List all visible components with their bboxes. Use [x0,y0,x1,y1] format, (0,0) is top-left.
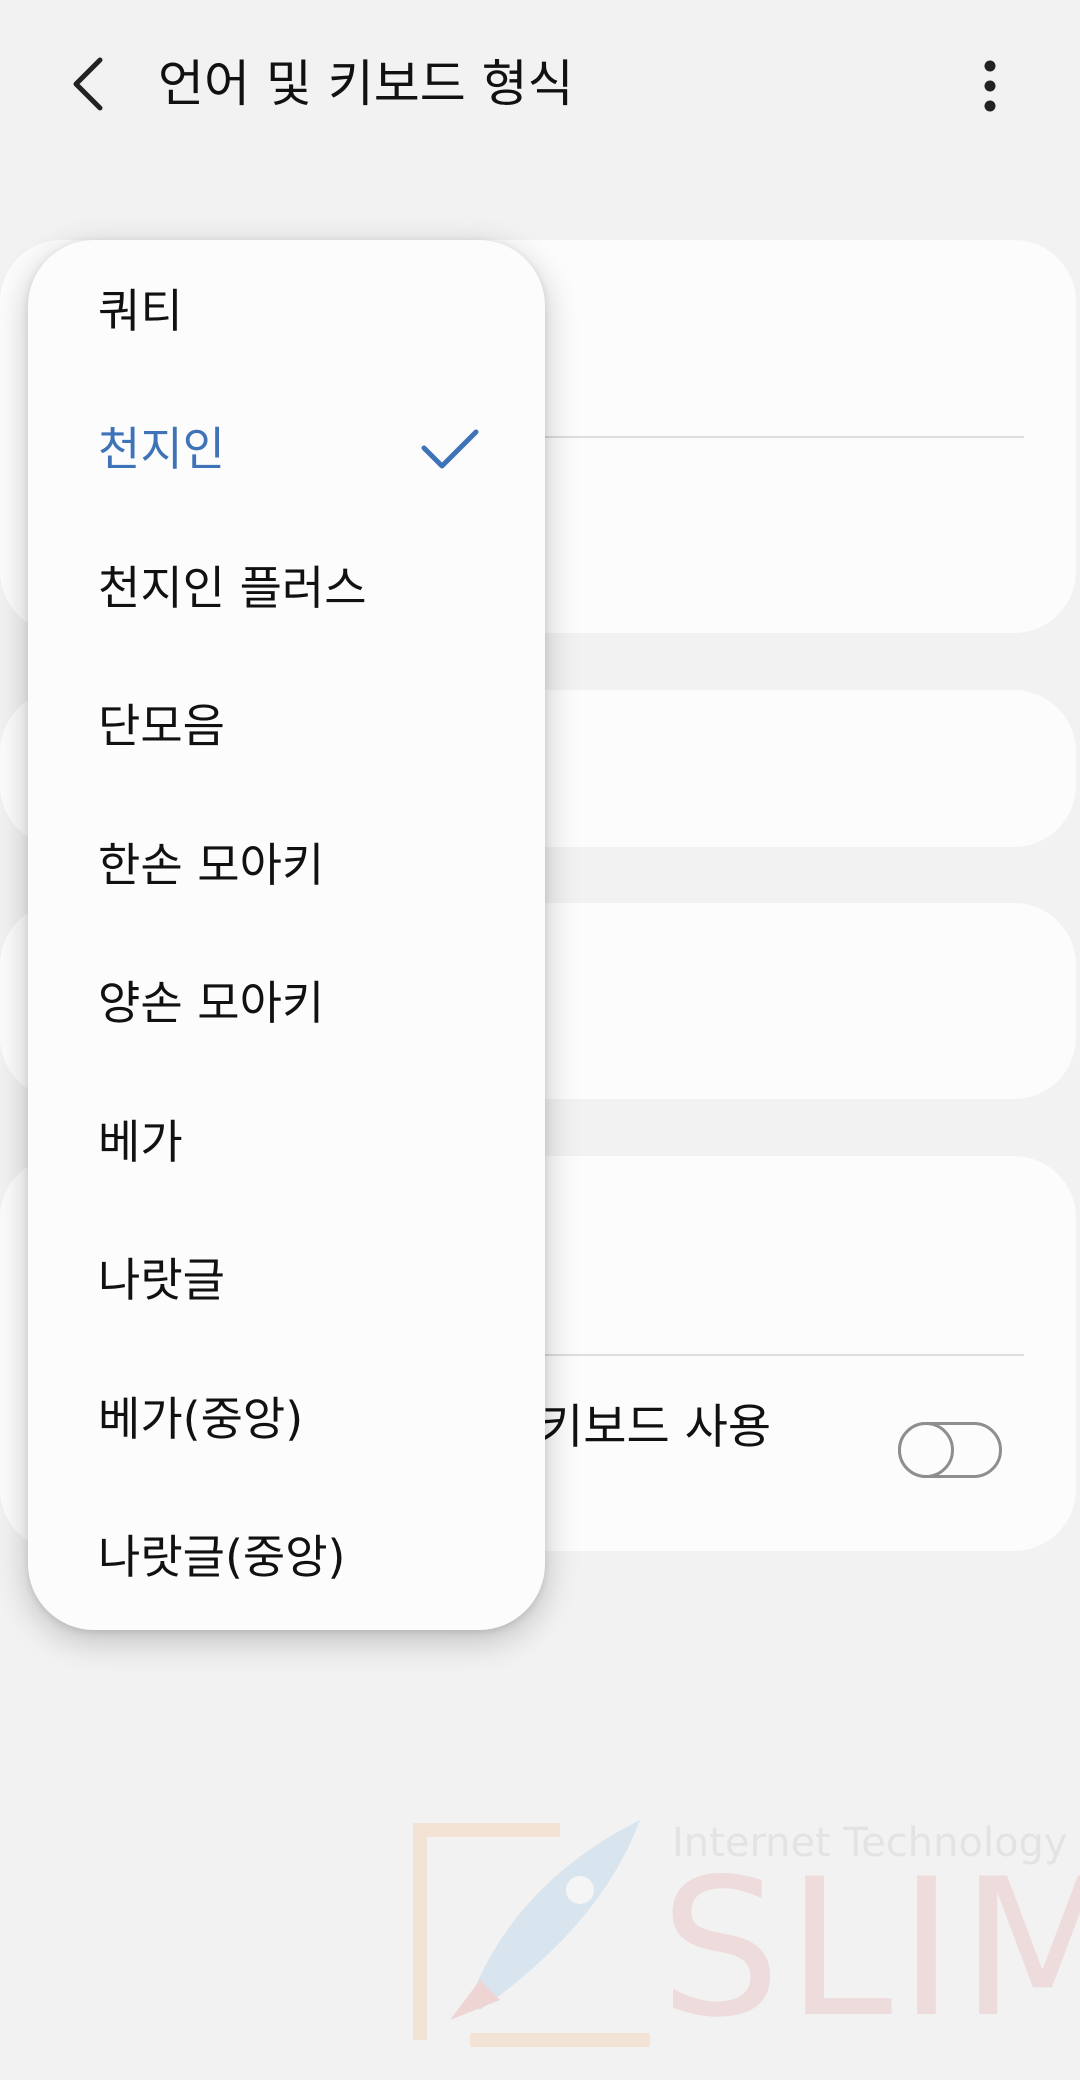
menu-item-label: 한손 모아키 [98,838,325,892]
rocket-logo-icon [413,1820,650,2047]
more-vertical-icon [984,60,996,112]
divider [540,1354,1024,1356]
checkmark-icon [421,429,479,469]
page-title: 언어 및 키보드 형식 [158,55,574,113]
menu-item-label: 나랏글(중앙) [98,1530,346,1584]
more-options-button[interactable] [960,52,1020,120]
menu-item-naratgeul-center[interactable]: 나랏글(중앙) [28,1488,545,1626]
menu-item-cheonjiin-plus[interactable]: 천지인 플러스 [28,519,545,657]
toggle-knob [898,1422,954,1478]
watermark-brand: SLIM [660,1838,1080,2059]
menu-item-label: 천지인 플러스 [98,561,367,615]
menu-item-cheonjiin[interactable]: 천지인 [28,380,545,518]
menu-item-label: 나랏글 [98,1253,225,1307]
menu-item-label: 베가 [98,1115,183,1169]
menu-item-label: 단모음 [98,699,225,753]
menu-item-one-hand-moaki[interactable]: 한손 모아키 [28,796,545,934]
menu-item-label: 천지인 [98,422,225,476]
setting-item-label[interactable]: 키보드 사용 [540,1398,771,1458]
menu-item-vega[interactable]: 베가 [28,1073,545,1211]
keyboard-type-dropdown: 쿼티 천지인 천지인 플러스 단모음 한손 모아키 양손 모아키 베가 나랏글 … [28,240,545,1630]
keyboard-toggle-switch[interactable] [898,1422,1002,1478]
menu-item-danmoeum[interactable]: 단모음 [28,657,545,795]
back-button[interactable] [58,48,118,120]
menu-item-label: 쿼티 [98,284,183,338]
app-bar: 언어 및 키보드 형식 [0,0,1080,170]
chevron-left-icon [73,57,103,111]
menu-item-qwerty[interactable]: 쿼티 [28,242,545,380]
watermark: Internet Technology SLIM [410,1810,1080,2050]
menu-item-naratgeul[interactable]: 나랏글 [28,1211,545,1349]
menu-item-label: 양손 모아키 [98,976,325,1030]
menu-item-two-hand-moaki[interactable]: 양손 모아키 [28,934,545,1072]
menu-item-vega-center[interactable]: 베가(중앙) [28,1350,545,1488]
menu-item-label: 베가(중앙) [98,1392,304,1446]
divider [540,436,1024,438]
